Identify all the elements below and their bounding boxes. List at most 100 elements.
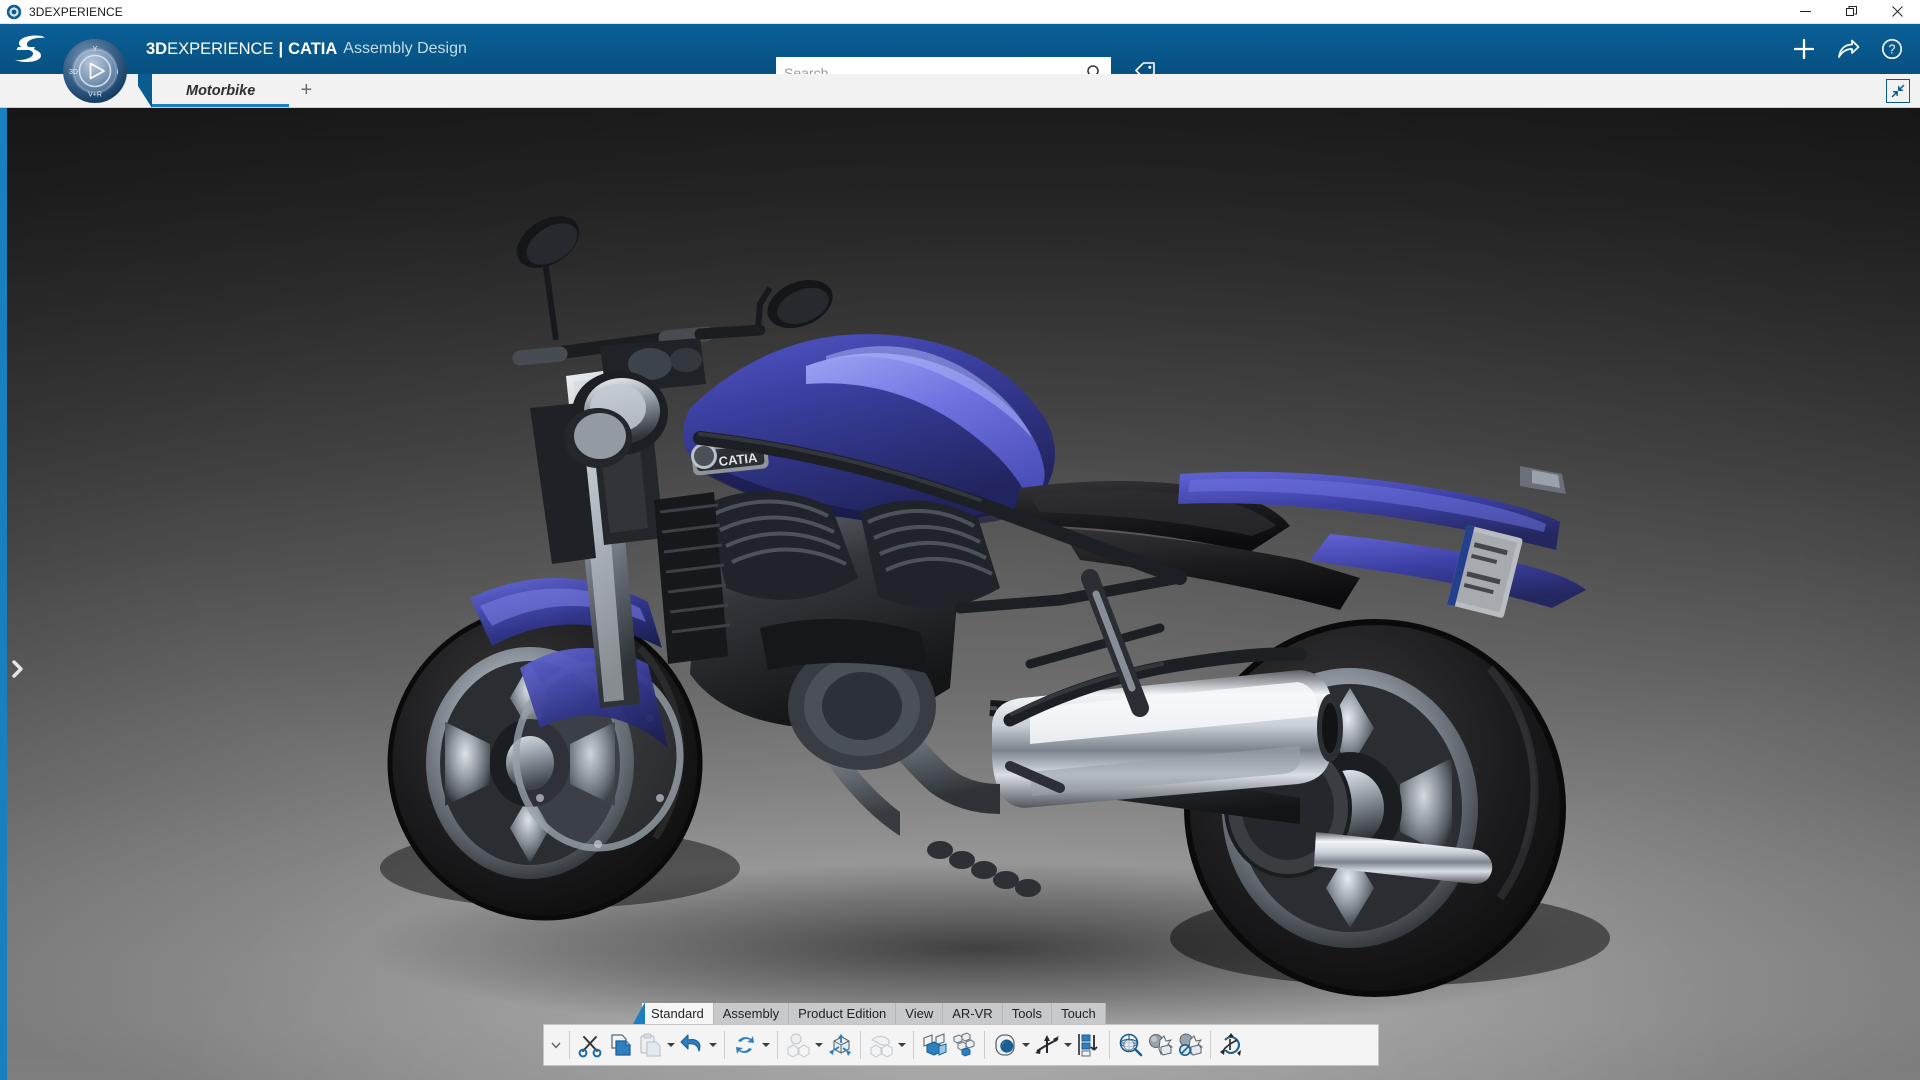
snap-button[interactable] xyxy=(866,1025,908,1065)
motorbike-model[interactable]: CATIA xyxy=(0,108,1920,1080)
clash-clear-button[interactable] xyxy=(1175,1025,1205,1065)
rotate-3d-measure-icon[interactable] xyxy=(1216,1028,1246,1062)
share-button[interactable] xyxy=(1826,24,1870,74)
app-title-3d: 3D xyxy=(146,39,168,58)
app-header: Y 3D i V+R 3D EXPERIENCE | CATIA Assembly… xyxy=(0,24,1920,103)
engine xyxy=(690,490,1000,770)
update-refresh-icon[interactable] xyxy=(730,1028,760,1062)
clash-clear-icon[interactable] xyxy=(1175,1028,1205,1062)
app-title-separator: | xyxy=(278,39,284,58)
chevron-down-icon[interactable] xyxy=(813,1028,825,1062)
svg-text:Y: Y xyxy=(92,44,97,53)
axis-system-button[interactable] xyxy=(1032,1025,1074,1065)
front-wheel xyxy=(387,605,703,921)
toolbar-separator xyxy=(1210,1031,1211,1059)
copy-button[interactable] xyxy=(605,1025,635,1065)
collapse-diagonal-icon[interactable] xyxy=(1886,79,1910,103)
ribbon-tab-label: AR-VR xyxy=(952,1006,993,1021)
toolbar-separator xyxy=(860,1031,861,1059)
document-tab-label: Motorbike xyxy=(186,82,256,99)
visualization-button[interactable] xyxy=(990,1025,1032,1065)
copy-pages-icon[interactable] xyxy=(605,1028,635,1062)
insert-component-icon[interactable] xyxy=(783,1028,813,1062)
ribbon-tab-label: Tools xyxy=(1011,1006,1043,1021)
3dexperience-compass[interactable]: Y 3D i V+R xyxy=(62,38,128,104)
tree-reorder-button[interactable] xyxy=(1074,1025,1104,1065)
axis-system-icon[interactable] xyxy=(1032,1028,1062,1062)
ribbon-tab-ar-vr[interactable]: AR-VR xyxy=(943,1003,1003,1024)
action-bar: Standard Assembly Product Edition View A… xyxy=(543,1002,1379,1066)
scissors-icon[interactable] xyxy=(575,1028,605,1062)
toolbar-separator xyxy=(984,1031,985,1059)
restore-button[interactable] xyxy=(1828,0,1874,24)
visualization-sphere-icon[interactable] xyxy=(990,1028,1020,1062)
ribbon-tab-label: Touch xyxy=(1061,1006,1096,1021)
tree-reorder-icon[interactable] xyxy=(1074,1028,1104,1062)
toolbar-separator xyxy=(724,1031,725,1059)
toolbar-separator xyxy=(777,1031,778,1059)
document-tab-motorbike[interactable]: Motorbike xyxy=(152,74,290,107)
chevron-down-icon[interactable] xyxy=(1062,1028,1074,1062)
toolbar-separator xyxy=(569,1031,570,1059)
engineering-connection-button[interactable] xyxy=(919,1025,949,1065)
ribbon-tab-view[interactable]: View xyxy=(896,1003,944,1024)
3d-viewport[interactable]: CATIA Standard Assembly Product Edition … xyxy=(0,108,1920,1080)
ribbon-tab-touch[interactable]: Touch xyxy=(1052,1003,1106,1024)
engineering-connection-icon[interactable] xyxy=(919,1028,949,1062)
ribbon-tab-standard[interactable]: Standard xyxy=(642,1003,714,1024)
clash-detection-icon[interactable] xyxy=(1145,1028,1175,1062)
dassault-systemes-logo[interactable] xyxy=(12,33,52,65)
ribbon-tab-label: View xyxy=(905,1006,934,1021)
magnifier-sections-icon[interactable] xyxy=(1115,1028,1145,1062)
cut-button[interactable] xyxy=(575,1025,605,1065)
app-title-module: Assembly Design xyxy=(343,40,467,57)
clipboard-paste-icon[interactable] xyxy=(635,1028,665,1062)
chevron-down-icon[interactable] xyxy=(665,1028,677,1062)
app-title-product: CATIA xyxy=(288,39,338,58)
undo-button[interactable] xyxy=(677,1025,719,1065)
ribbon-tab-tools[interactable]: Tools xyxy=(1002,1003,1053,1024)
window-controls xyxy=(1782,0,1920,24)
left-panel-accent xyxy=(0,108,7,1080)
window-title-text: 3DEXPERIENCE xyxy=(29,4,123,19)
document-tab-strip: Motorbike + xyxy=(0,74,1920,108)
zoom-analysis-button[interactable] xyxy=(1115,1025,1145,1065)
chevron-down-icon[interactable] xyxy=(760,1028,772,1062)
chevron-down-icon[interactable] xyxy=(548,1025,564,1065)
window-title-bar: 3DEXPERIENCE xyxy=(0,0,1920,24)
new-tab-button[interactable]: + xyxy=(289,74,323,107)
paste-button[interactable] xyxy=(635,1025,677,1065)
svg-text:3D: 3D xyxy=(69,69,78,76)
ribbon-tab-product-edition[interactable]: Product Edition xyxy=(789,1003,897,1024)
manipulation-axes-icon[interactable] xyxy=(825,1028,855,1062)
ribbon-notch xyxy=(633,1002,645,1024)
manipulate-button[interactable] xyxy=(825,1025,855,1065)
toolbar-separator xyxy=(913,1031,914,1059)
help-button[interactable]: ? xyxy=(1870,24,1914,74)
chevron-right-icon[interactable] xyxy=(7,654,29,684)
pattern-button[interactable] xyxy=(949,1025,979,1065)
chevron-down-icon[interactable] xyxy=(1020,1028,1032,1062)
ribbon-tab-assembly[interactable]: Assembly xyxy=(713,1003,790,1024)
add-button[interactable] xyxy=(1782,24,1826,74)
close-button[interactable] xyxy=(1874,0,1920,24)
undo-arrow-icon[interactable] xyxy=(677,1028,707,1062)
toolbar-separator xyxy=(1109,1031,1110,1059)
app-title-experience: EXPERIENCE xyxy=(167,39,274,58)
snap-hand-icon[interactable] xyxy=(866,1028,896,1062)
reuse-pattern-icon[interactable] xyxy=(949,1028,979,1062)
insert-component-button[interactable] xyxy=(783,1025,825,1065)
minimize-button[interactable] xyxy=(1782,0,1828,24)
clash-button[interactable] xyxy=(1145,1025,1175,1065)
measure-3d-button[interactable] xyxy=(1216,1025,1246,1065)
chevron-down-icon[interactable] xyxy=(896,1028,908,1062)
ribbon-command-bar xyxy=(543,1024,1379,1066)
chevron-down-icon[interactable] xyxy=(707,1028,719,1062)
header-actions: ? xyxy=(1782,24,1914,74)
update-button[interactable] xyxy=(730,1025,772,1065)
ribbon-tab-list: Standard Assembly Product Edition View A… xyxy=(543,1002,1379,1024)
ribbon-tab-label: Product Edition xyxy=(798,1006,887,1021)
svg-text:V+R: V+R xyxy=(88,92,102,99)
ribbon-tab-label: Standard xyxy=(651,1006,704,1021)
license-plate xyxy=(1446,524,1523,618)
